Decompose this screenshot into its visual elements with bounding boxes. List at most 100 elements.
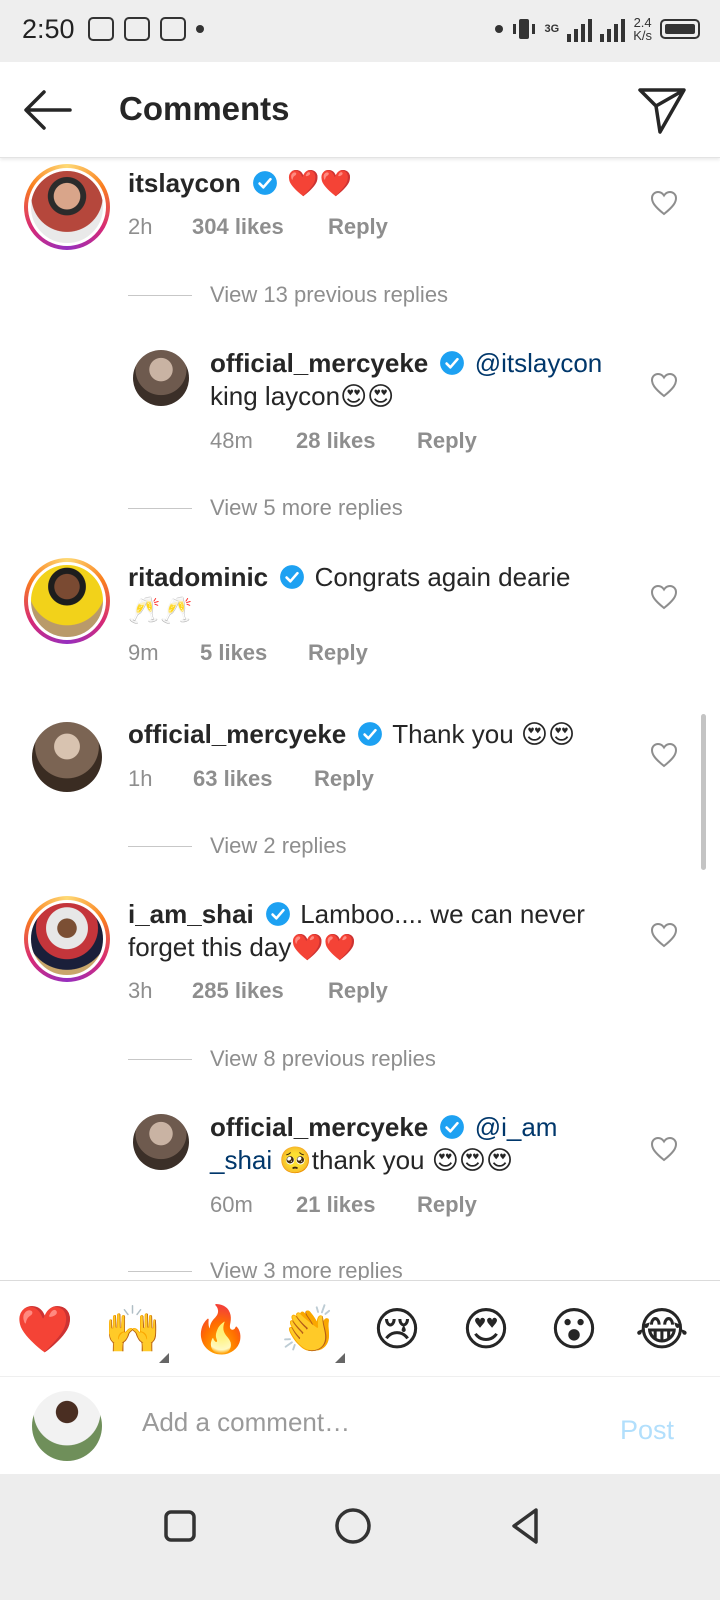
comment-username[interactable]: ritadominic — [128, 562, 268, 592]
reply-button[interactable]: Reply — [314, 766, 374, 792]
heart-icon[interactable] — [650, 742, 678, 768]
comment-text: Thank you 😍😍 — [392, 719, 576, 749]
skin-tone-indicator-icon — [335, 1353, 345, 1363]
comment-composer: Add a comment… Post — [0, 1376, 720, 1474]
comment-meta: 60m 21 likes Reply — [210, 1192, 477, 1218]
comment-meta: 48m 28 likes Reply — [210, 428, 477, 454]
app-notification-icon — [160, 17, 186, 41]
comment-time: 2h — [128, 214, 153, 239]
network-type: 3G — [544, 23, 560, 35]
direct-send-icon[interactable] — [636, 84, 688, 136]
signal-icon — [567, 16, 593, 42]
emoji-surprised-button[interactable]: 😮 — [544, 1299, 604, 1359]
comment-meta: 3h 285 likes Reply — [128, 978, 388, 1004]
comment-likes[interactable]: 285 likes — [192, 978, 328, 1004]
heart-icon[interactable] — [650, 584, 678, 610]
verified-badge-icon — [280, 565, 305, 589]
heart-icon[interactable] — [650, 190, 678, 216]
avatar[interactable] — [24, 558, 110, 644]
status-bar: 2:50 3G 2.4 K/s — [0, 0, 720, 62]
avatar[interactable] — [32, 722, 102, 792]
mention-link[interactable]: @itslaycon — [475, 348, 603, 378]
comment-likes[interactable]: 5 likes — [200, 640, 308, 666]
vibrate-icon — [512, 19, 535, 39]
avatar[interactable] — [24, 164, 110, 250]
emoji-laughing-button[interactable]: 😂 — [632, 1299, 692, 1359]
emoji-raised-hands-button[interactable]: 🙌 — [103, 1299, 169, 1363]
battery-icon — [660, 19, 700, 39]
reply-button[interactable]: Reply — [328, 978, 388, 1004]
reply-button[interactable]: Reply — [328, 214, 388, 240]
comment-likes[interactable]: 63 likes — [193, 766, 314, 792]
comment-text: ❤️❤️ — [287, 168, 352, 198]
view-replies-button[interactable]: View 5 more replies — [128, 495, 403, 521]
comment-meta: 1h 63 likes Reply — [128, 766, 374, 792]
emoji-heart-button[interactable]: ❤️ — [15, 1299, 75, 1359]
heart-icon[interactable] — [650, 372, 678, 398]
verified-badge-icon — [266, 902, 290, 926]
comment-username[interactable]: official_mercyeke — [210, 1112, 428, 1142]
emoji-fire-button[interactable]: 🔥 — [191, 1299, 251, 1359]
comment-time: 3h — [128, 978, 153, 1003]
recents-square-icon[interactable] — [156, 1502, 204, 1550]
network-speed: 2.4 K/s — [633, 15, 652, 43]
skin-tone-indicator-icon — [159, 1353, 169, 1363]
view-replies-button[interactable]: View 13 previous replies — [128, 282, 448, 308]
more-notifications-dot — [196, 25, 204, 33]
heart-icon[interactable] — [650, 922, 678, 948]
view-replies-button[interactable]: View 8 previous replies — [128, 1046, 436, 1072]
system-nav-bar — [0, 1474, 720, 1600]
comment-username[interactable]: itslaycon — [128, 168, 241, 198]
comment-text-continued: 🥂🥂 — [128, 595, 193, 625]
back-triangle-icon[interactable] — [502, 1502, 550, 1550]
app-notification-icon — [124, 17, 150, 41]
avatar[interactable] — [24, 896, 110, 982]
avatar[interactable] — [133, 350, 189, 406]
comment-meta: 9m 5 likes Reply — [128, 640, 368, 666]
comment-likes[interactable]: 28 likes — [296, 428, 417, 454]
comment-text: king laycon😍😍 — [210, 381, 395, 411]
comment-likes[interactable]: 21 likes — [296, 1192, 417, 1218]
mention-link-continued[interactable]: _shai — [210, 1145, 272, 1175]
system-icons: 3G 2.4 K/s — [494, 15, 700, 43]
comment-time: 1h — [128, 766, 153, 791]
avatar[interactable] — [133, 1114, 189, 1170]
verified-badge-icon — [440, 1115, 465, 1139]
emoji-clap-button[interactable]: 👏 — [279, 1299, 345, 1363]
reply-button[interactable]: Reply — [417, 428, 477, 454]
comment-username[interactable]: official_mercyeke — [210, 348, 428, 378]
heart-icon[interactable] — [650, 1136, 678, 1162]
post-button[interactable]: Post — [620, 1415, 674, 1446]
comment-username[interactable]: official_mercyeke — [128, 719, 346, 749]
comment-text-continued: forget this day❤️❤️ — [128, 932, 357, 962]
comment-text: 🥺thank you 😍😍😍 — [279, 1145, 514, 1175]
notification-icon — [88, 17, 114, 41]
current-user-avatar — [32, 1391, 102, 1461]
status-dot — [494, 25, 503, 33]
view-replies-button[interactable]: View 2 replies — [128, 833, 347, 859]
home-circle-icon[interactable] — [329, 1502, 377, 1550]
comment-time: 9m — [128, 640, 159, 665]
comment-meta: 2h 304 likes Reply — [128, 214, 388, 240]
mention-link[interactable]: @i_am — [475, 1112, 558, 1142]
view-replies-button[interactable]: View 3 more replies — [128, 1258, 403, 1280]
comment-time: 60m — [210, 1192, 253, 1217]
emoji-crying-button[interactable]: 😢 — [367, 1299, 427, 1359]
comment-text: Congrats again dearie — [314, 562, 571, 592]
back-arrow-icon[interactable] — [22, 86, 74, 134]
page-title: Comments — [119, 90, 290, 127]
verified-badge-icon — [253, 171, 277, 195]
comment-text: Lamboo.... we can never — [300, 899, 585, 929]
emoji-heart-eyes-button[interactable]: 😍 — [456, 1299, 516, 1359]
status-time: 2:50 — [22, 14, 75, 44]
reply-button[interactable]: Reply — [308, 640, 368, 666]
comment-likes[interactable]: 304 likes — [192, 214, 328, 240]
header: Comments — [0, 62, 720, 158]
comment-input[interactable]: Add a comment… — [142, 1407, 582, 1447]
scrollbar[interactable] — [701, 714, 706, 870]
reply-button[interactable]: Reply — [417, 1192, 477, 1218]
comment-username[interactable]: i_am_shai — [128, 899, 254, 929]
notification-icons — [88, 17, 204, 41]
comment-time: 48m — [210, 428, 253, 453]
comments-list[interactable]: itslaycon ❤️❤️ 2h 304 likes Reply View 1… — [0, 158, 720, 1280]
